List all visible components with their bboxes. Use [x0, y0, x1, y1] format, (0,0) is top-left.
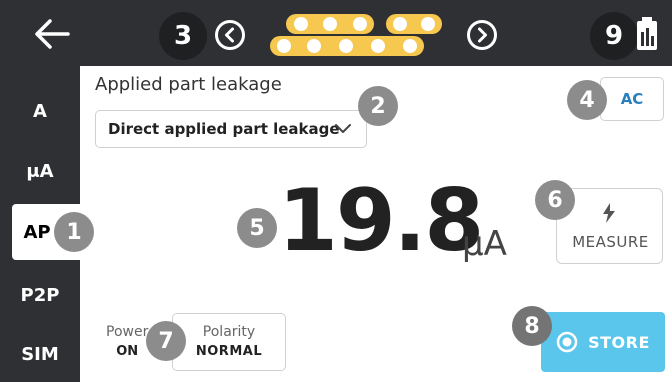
sidebar-item-microamp[interactable]: μA [0, 143, 80, 199]
polarity-value: NORMAL [195, 344, 263, 359]
reading-unit: μA [462, 224, 507, 264]
sidebar-item-label: AP [23, 221, 51, 243]
back-arrow-icon[interactable] [32, 17, 72, 51]
sidebar-item-p2p[interactable]: P2P [0, 267, 80, 323]
page-title: Applied part leakage [95, 74, 282, 95]
power-label: Power [106, 324, 149, 340]
pager-dots [270, 14, 442, 56]
chevron-down-icon [335, 124, 351, 133]
measure-label: MEASURE [572, 233, 649, 251]
previous-icon[interactable] [214, 19, 246, 51]
marker-3: 3 [159, 12, 207, 60]
marker-5: 5 [237, 208, 277, 248]
store-label: STORE [588, 332, 650, 352]
marker-6: 6 [535, 180, 575, 220]
marker-1: 1 [54, 212, 94, 252]
mode-select-value: Direct applied part leakage [108, 120, 340, 138]
mode-select[interactable]: Direct applied part leakage [95, 110, 367, 148]
record-icon [556, 331, 578, 353]
power-value: ON [116, 344, 139, 359]
store-button[interactable]: STORE [541, 312, 665, 372]
marker-9: 9 [590, 12, 638, 60]
marker-2: 2 [358, 86, 398, 126]
polarity-button[interactable]: Polarity NORMAL [172, 313, 286, 371]
marker-8: 8 [512, 306, 552, 346]
lightning-icon [603, 203, 615, 223]
reading-value: 19.8 [278, 171, 484, 271]
sidebar-item-sim[interactable]: SIM [0, 326, 80, 382]
battery-icon [637, 17, 657, 50]
polarity-label: Polarity [202, 324, 256, 340]
next-icon[interactable] [466, 19, 498, 51]
marker-7: 7 [146, 321, 186, 361]
power-status: Power ON [106, 324, 148, 359]
sidebar-item-a[interactable]: A [0, 83, 80, 139]
top-bar: 3 9 [0, 0, 672, 66]
ac-button[interactable]: AC [600, 77, 664, 121]
marker-4: 4 [567, 80, 607, 120]
